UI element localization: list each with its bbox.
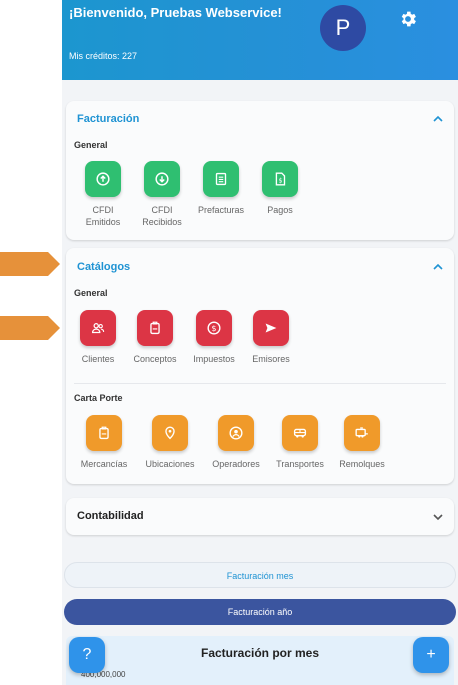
- cfdi-emitidos-label: CFDI Emitidos: [85, 205, 121, 227]
- impuestos-label: Impuestos: [193, 354, 235, 364]
- help-button[interactable]: ?: [69, 637, 105, 673]
- contabilidad-title[interactable]: Contabilidad: [77, 510, 144, 522]
- svg-text:$: $: [211, 323, 216, 333]
- conceptos-button[interactable]: Conceptos: [125, 310, 185, 365]
- gear-icon[interactable]: [398, 9, 418, 29]
- callout-arrow-catalogos: [0, 252, 60, 276]
- mercancias-button[interactable]: Mercancías: [74, 415, 134, 470]
- trailer-icon: [344, 415, 380, 451]
- ubicaciones-button[interactable]: Ubicaciones: [140, 415, 200, 470]
- mercancias-label: Mercancías: [80, 459, 128, 469]
- dollar-circle-icon: $: [196, 310, 232, 346]
- chart-title: Facturación por mes: [200, 646, 320, 660]
- pagos-button[interactable]: $ Pagos: [250, 161, 310, 216]
- chart-panel: Facturación por mes 400,000,000: [66, 636, 454, 685]
- package-icon: [86, 415, 122, 451]
- add-button[interactable]: +: [413, 637, 449, 673]
- cfdi-recibidos-label: CFDI Recibidos: [142, 205, 182, 227]
- prefacturas-button[interactable]: Prefacturas: [191, 161, 251, 216]
- people-icon: [80, 310, 116, 346]
- ubicaciones-label: Ubicaciones: [145, 459, 195, 469]
- facturacion-mes-button[interactable]: Facturación mes: [64, 562, 456, 588]
- chevron-up-icon[interactable]: [432, 113, 444, 125]
- carta-porte-subtitle: Carta Porte: [74, 393, 123, 403]
- location-pin-icon: [152, 415, 188, 451]
- download-circle-icon: [144, 161, 180, 197]
- facturacion-section: Facturación General CFDI Emitidos CFDI R…: [66, 101, 454, 240]
- transportes-label: Transportes: [276, 459, 324, 469]
- app-screen: ¡Bienvenido, Pruebas Webservice! Mis cré…: [62, 0, 458, 685]
- chevron-up-icon[interactable]: [432, 261, 444, 273]
- prefacturas-label: Prefacturas: [197, 205, 245, 215]
- cfdi-recibidos-button[interactable]: CFDI Recibidos: [132, 161, 192, 228]
- send-icon: [253, 310, 289, 346]
- operadores-label: Operadores: [212, 459, 260, 469]
- catalogos-general-subtitle: General: [74, 288, 108, 298]
- facturacion-title[interactable]: Facturación: [77, 113, 139, 125]
- divider: [74, 383, 446, 384]
- facturacion-general-subtitle: General: [74, 140, 108, 150]
- header: ¡Bienvenido, Pruebas Webservice! Mis cré…: [62, 0, 458, 80]
- clientes-button[interactable]: Clientes: [68, 310, 128, 365]
- svg-text:$: $: [278, 178, 282, 185]
- box-icon: [137, 310, 173, 346]
- callout-arrow-clientes: [0, 316, 60, 340]
- pagos-label: Pagos: [267, 205, 293, 215]
- remolques-button[interactable]: Remolques: [332, 415, 392, 470]
- document-list-icon: [203, 161, 239, 197]
- receipt-dollar-icon: $: [262, 161, 298, 197]
- remolques-label: Remolques: [339, 459, 385, 469]
- operadores-button[interactable]: Operadores: [206, 415, 266, 470]
- clientes-label: Clientes: [81, 354, 115, 364]
- bus-icon: [282, 415, 318, 451]
- user-circle-icon: [218, 415, 254, 451]
- avatar[interactable]: P: [320, 5, 366, 51]
- facturacion-anio-button[interactable]: Facturación año: [64, 599, 456, 625]
- catalogos-section: Catálogos General Clientes Conceptos $ I…: [66, 248, 454, 484]
- catalogos-title[interactable]: Catálogos: [77, 261, 130, 273]
- upload-circle-icon: [85, 161, 121, 197]
- impuestos-button[interactable]: $ Impuestos: [184, 310, 244, 365]
- transportes-button[interactable]: Transportes: [270, 415, 330, 470]
- cfdi-emitidos-button[interactable]: CFDI Emitidos: [73, 161, 133, 228]
- emisores-button[interactable]: Emisores: [241, 310, 301, 365]
- welcome-text: ¡Bienvenido, Pruebas Webservice!: [69, 5, 282, 20]
- contabilidad-section[interactable]: Contabilidad: [66, 498, 454, 535]
- emisores-label: Emisores: [252, 354, 290, 364]
- credits-text: Mis créditos: 227: [69, 51, 138, 61]
- conceptos-label: Conceptos: [133, 354, 177, 364]
- chevron-down-icon[interactable]: [432, 511, 444, 523]
